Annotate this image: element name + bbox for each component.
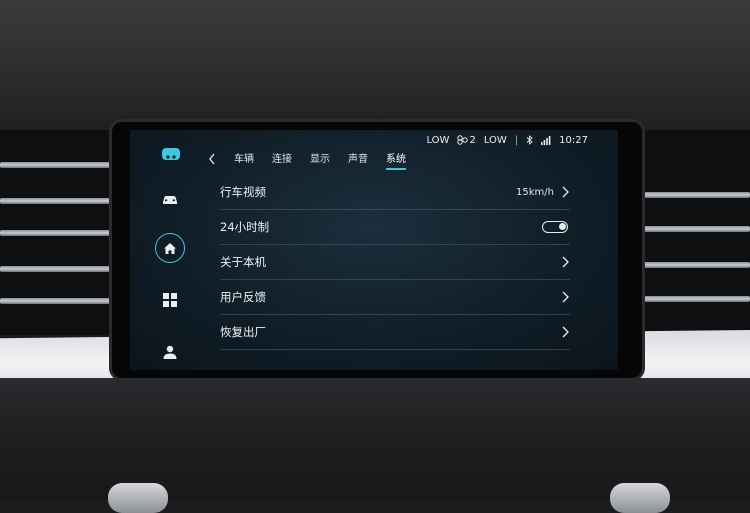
car-icon [163, 196, 177, 204]
infotainment-screen: LOW 2 LOW | 10:27 车辆 连接 显示 声音 系统 行车视频 15… [130, 130, 618, 370]
vent-slat [635, 296, 750, 302]
vent-slat [0, 198, 120, 204]
home-icon [164, 242, 176, 254]
setting-label: 行车视频 [220, 185, 266, 199]
status-bar: LOW 2 LOW | 10:27 [426, 133, 588, 147]
chevron-left-icon [209, 153, 215, 165]
home-button-ring [155, 233, 185, 263]
bluetooth-icon [526, 135, 533, 145]
tab-sound[interactable]: 声音 [348, 150, 368, 168]
dashboard-top [0, 0, 750, 130]
fan-level: 2 [469, 134, 476, 146]
vent-slat [635, 262, 750, 268]
sidebar-item-apps[interactable] [148, 282, 192, 318]
control-knob-right [610, 483, 670, 513]
setting-user-feedback[interactable]: 用户反馈 [220, 280, 570, 315]
tab-vehicle[interactable]: 车辆 [234, 150, 254, 168]
vent-slat [0, 162, 120, 168]
setting-label: 关于本机 [220, 255, 266, 269]
control-knob-left [108, 483, 168, 513]
sidebar [148, 148, 192, 368]
sidebar-item-home[interactable] [148, 230, 192, 266]
setting-about-device[interactable]: 关于本机 [220, 245, 570, 280]
chevron-right-icon [562, 256, 569, 268]
chevron-right-icon [562, 326, 569, 338]
sidebar-item-user[interactable] [148, 334, 192, 370]
fan-status[interactable]: 2 [457, 134, 476, 146]
air-vent-right [635, 130, 750, 335]
ac-left-level[interactable]: LOW [426, 135, 449, 146]
fan-icon [457, 135, 469, 145]
back-button[interactable] [208, 150, 216, 169]
setting-driving-video[interactable]: 行车视频 15km/h [220, 175, 570, 210]
chevron-right-icon [562, 186, 569, 198]
signal-icon [541, 135, 551, 145]
dashboard-bottom [0, 378, 750, 500]
setting-label: 恢复出厂 [220, 325, 266, 339]
sidebar-item-vehicle[interactable] [148, 182, 192, 218]
setting-value: 15km/h [516, 186, 554, 198]
air-vent-left [0, 130, 120, 335]
tab-system[interactable]: 系统 [386, 150, 406, 170]
settings-list: 行车视频 15km/h 24小时制 关于本机 用户反馈 恢复出厂 [220, 175, 570, 350]
tab-display[interactable]: 显示 [310, 150, 330, 168]
settings-tabs: 车辆 连接 显示 声音 系统 [234, 150, 406, 170]
setting-24-hour-format[interactable]: 24小时制 [220, 210, 570, 245]
status-separator: | [514, 134, 519, 146]
setting-label: 用户反馈 [220, 290, 266, 304]
setting-factory-reset[interactable]: 恢复出厂 [220, 315, 570, 350]
chevron-right-icon [562, 291, 569, 303]
vent-slat [635, 226, 750, 232]
vent-slat [635, 192, 750, 198]
vent-slat [0, 298, 120, 304]
vent-slat [0, 266, 120, 272]
setting-label: 24小时制 [220, 220, 270, 234]
vent-slat [0, 230, 120, 236]
user-icon [163, 345, 177, 359]
clock: 10:27 [559, 134, 588, 146]
toggle-knob [559, 223, 566, 230]
toggle-switch[interactable] [542, 221, 568, 233]
ac-right-level[interactable]: LOW [484, 135, 507, 146]
tab-connection[interactable]: 连接 [272, 150, 292, 168]
apps-grid-icon [163, 293, 177, 307]
